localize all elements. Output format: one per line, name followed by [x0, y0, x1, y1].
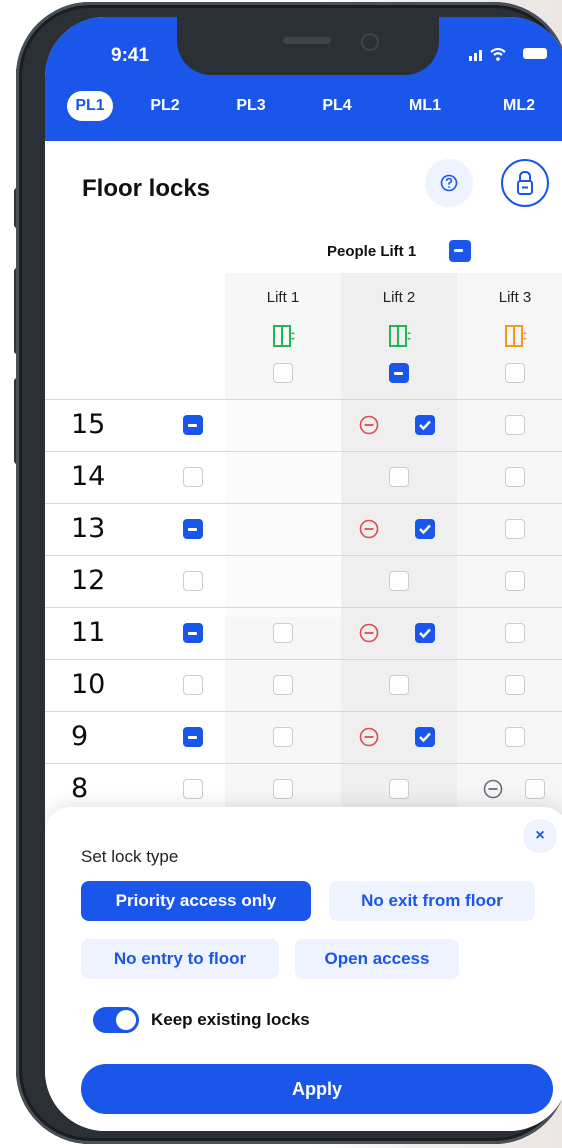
lock-icon	[517, 170, 533, 195]
floor-8-checkbox[interactable]	[183, 779, 203, 799]
lift-2-column	[341, 273, 457, 833]
row-divider	[45, 399, 562, 400]
lift-3-column	[457, 273, 562, 833]
battery-icon	[523, 48, 547, 59]
floor-number: 8	[71, 773, 89, 804]
floor-number: 11	[71, 617, 106, 648]
stop-icon	[359, 727, 379, 747]
signal-wifi-icon	[469, 47, 506, 61]
help-button[interactable]	[425, 159, 473, 207]
screen: 9:41 PL1 PL2 PL3 PL4 ML1 ML2 Floor locks…	[45, 17, 562, 1131]
notch	[177, 17, 439, 75]
floor-9-checkbox[interactable]	[183, 727, 203, 747]
floor-number: 13	[71, 513, 106, 544]
lock-option-open[interactable]: Open access	[295, 939, 459, 979]
check-icon	[418, 420, 431, 430]
floor-13-checkbox[interactable]	[183, 519, 203, 539]
floor-number: 12	[71, 565, 106, 596]
row-divider	[45, 607, 562, 608]
row-divider	[45, 659, 562, 660]
floor-10-lift-3-checkbox[interactable]	[505, 675, 525, 695]
floor-number: 14	[71, 461, 106, 492]
phone-frame: 9:41 PL1 PL2 PL3 PL4 ML1 ML2 Floor locks…	[16, 2, 562, 1144]
keep-existing-label: Keep existing locks	[151, 1010, 310, 1029]
close-icon[interactable]: ×	[523, 819, 557, 853]
check-icon	[418, 732, 431, 742]
stop-icon	[483, 779, 503, 799]
floor-9-lift-3-checkbox[interactable]	[505, 727, 525, 747]
check-icon	[418, 628, 431, 638]
tab-pl2[interactable]: PL2	[143, 91, 187, 121]
lock-button[interactable]	[501, 159, 549, 207]
floor-10-lift-1-checkbox[interactable]	[273, 675, 293, 695]
row-divider	[45, 503, 562, 504]
page-title: Floor locks	[82, 175, 211, 202]
floor-12-lift-2-checkbox[interactable]	[389, 571, 409, 591]
lift-2-label: Lift 2	[382, 289, 416, 306]
lift-3-label: Lift 3	[498, 289, 532, 306]
stop-icon	[359, 623, 379, 643]
floor-15-lift-2-checkbox[interactable]	[415, 415, 435, 435]
floor-11-checkbox[interactable]	[183, 623, 203, 643]
front-camera	[361, 33, 379, 51]
stop-icon	[359, 415, 379, 435]
row-divider	[45, 711, 562, 712]
lift-door-icon	[389, 325, 411, 347]
speaker	[283, 37, 331, 44]
floor-12-checkbox[interactable]	[183, 571, 203, 591]
lift-group-checkbox[interactable]	[449, 240, 471, 262]
floor-12-lift-3-checkbox[interactable]	[505, 571, 525, 591]
floor-14-lift-2-checkbox[interactable]	[389, 467, 409, 487]
lift-door-icon	[505, 325, 527, 347]
floor-14-checkbox[interactable]	[183, 467, 203, 487]
tab-pl4[interactable]: PL4	[315, 91, 359, 121]
stop-icon	[359, 519, 379, 539]
question-icon	[440, 174, 458, 192]
lock-option-no-exit[interactable]: No exit from floor	[329, 881, 535, 921]
status-bar: 9:41 PL1 PL2 PL3 PL4 ML1 ML2	[45, 17, 562, 141]
lift-1-checkbox[interactable]	[273, 363, 293, 383]
floor-number: 10	[71, 669, 106, 700]
keep-existing-toggle[interactable]	[93, 1007, 139, 1033]
floor-11-lift-3-checkbox[interactable]	[505, 623, 525, 643]
floor-11-lift-1-checkbox[interactable]	[273, 623, 293, 643]
tab-pl3[interactable]: PL3	[229, 91, 273, 121]
floor-15-checkbox[interactable]	[183, 415, 203, 435]
lift-door-icon	[273, 325, 295, 347]
lock-type-title: Set lock type	[81, 847, 179, 866]
lift-1-label: Lift 1	[266, 289, 300, 306]
tab-ml2[interactable]: ML2	[495, 91, 543, 121]
floor-13-lift-2-checkbox[interactable]	[415, 519, 435, 539]
floor-number: 9	[71, 721, 89, 752]
lift-1-column-upper-white	[225, 399, 341, 617]
lift-3-checkbox[interactable]	[505, 363, 525, 383]
row-divider	[45, 451, 562, 452]
floor-10-checkbox[interactable]	[183, 675, 203, 695]
floor-number: 15	[71, 409, 106, 440]
floor-10-lift-2-checkbox[interactable]	[389, 675, 409, 695]
floor-13-lift-3-checkbox[interactable]	[505, 519, 525, 539]
floor-8-lift-2-checkbox[interactable]	[389, 779, 409, 799]
floor-9-lift-1-checkbox[interactable]	[273, 727, 293, 747]
tab-pl1[interactable]: PL1	[67, 91, 113, 121]
tab-ml1[interactable]: ML1	[401, 91, 449, 121]
floor-15-lift-3-checkbox[interactable]	[505, 415, 525, 435]
floor-9-lift-2-checkbox[interactable]	[415, 727, 435, 747]
apply-button[interactable]: Apply	[81, 1064, 553, 1114]
floor-14-lift-3-checkbox[interactable]	[505, 467, 525, 487]
floor-8-lift-3-checkbox[interactable]	[525, 779, 545, 799]
check-icon	[418, 524, 431, 534]
lock-option-no-entry[interactable]: No entry to floor	[81, 939, 279, 979]
lift-2-checkbox[interactable]	[389, 363, 409, 383]
status-time: 9:41	[111, 45, 150, 66]
lift-group-label: People Lift 1	[327, 243, 417, 260]
row-divider	[45, 555, 562, 556]
lift-tabs: PL1 PL2 PL3 PL4 ML1 ML2	[45, 83, 562, 129]
lock-option-priority[interactable]: Priority access only	[81, 881, 311, 921]
row-divider	[45, 763, 562, 764]
floor-8-lift-1-checkbox[interactable]	[273, 779, 293, 799]
floor-11-lift-2-checkbox[interactable]	[415, 623, 435, 643]
